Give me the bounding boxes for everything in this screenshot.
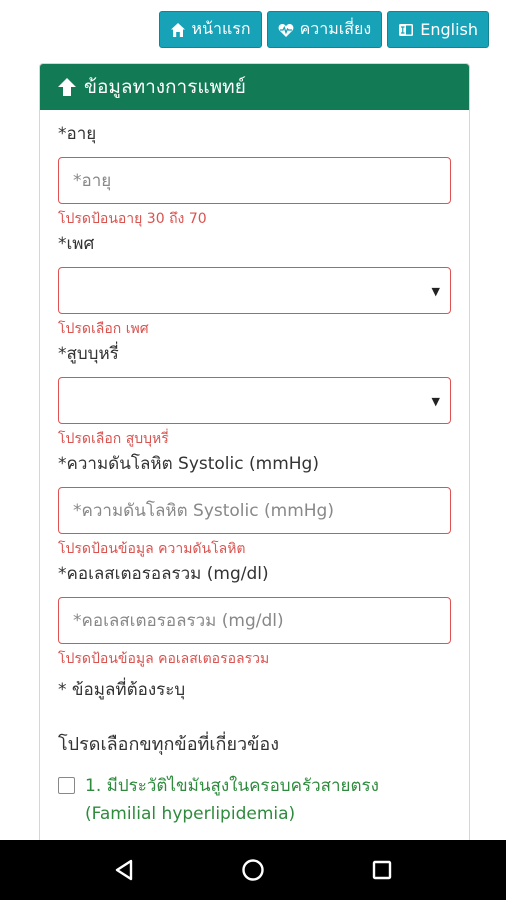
system-navigation-bar [0, 840, 506, 900]
back-triangle-icon[interactable] [111, 857, 137, 883]
age-error: โปรดป้อนอายุ 30 ถึง 70 [58, 211, 207, 227]
top-navigation: หน้าแรก ความเสี่ยง English [158, 11, 489, 48]
heartbeat-icon [278, 23, 293, 37]
arrow-up-icon [58, 78, 76, 96]
familial-hyperlipidemia-label: 1. มีประวัติไขมันสูงในครอบครัวสายตรง (Fa… [85, 772, 379, 828]
home-button[interactable]: หน้าแรก [158, 11, 262, 48]
risk-button[interactable]: ความเสี่ยง [266, 11, 383, 48]
english-button[interactable]: English [387, 11, 489, 48]
sex-label: *เพศ [58, 234, 95, 254]
systolic-error: โปรดป้อนข้อมูล ความดันโลหิต [58, 541, 246, 557]
instruction-text: โปรดเลือกขทุกข้อที่เกี่ยวข้อง [58, 734, 280, 755]
systolic-placeholder: *ความดันโลหิต Systolic (mmHg) [73, 501, 334, 521]
chevron-down-icon: ▼ [431, 285, 440, 298]
home-button-label: หน้าแรก [191, 19, 251, 38]
cholesterol-input[interactable]: *คอเลสเตอรอลรวม (mg/dl) [58, 597, 451, 644]
cholesterol-placeholder: *คอเลสเตอรอลรวม (mg/dl) [73, 611, 284, 631]
age-label: *อายุ [58, 124, 97, 144]
sex-select[interactable]: ▼ [58, 267, 451, 314]
card-title: ข้อมูลทางการแพทย์ [84, 76, 246, 98]
required-note: * ข้อมูลที่ต้องระบุ [58, 680, 186, 700]
systolic-input[interactable]: *ความดันโลหิต Systolic (mmHg) [58, 487, 451, 534]
form-body: *อายุ *อายุ โปรดป้อนอายุ 30 ถึง 70 *เพศ … [40, 110, 469, 828]
risk-button-label: ความเสี่ยง [299, 19, 372, 38]
cholesterol-label: *คอเลสเตอรอลรวม (mg/dl) [58, 564, 269, 584]
familial-hyperlipidemia-option[interactable]: 1. มีประวัติไขมันสูงในครอบครัวสายตรง (Fa… [58, 772, 451, 828]
smoking-group: *สูบบุหรี่ ▼ โปรดเลือก สูบบุหรี่ [58, 342, 451, 448]
cholesterol-error: โปรดป้อนข้อมูล คอเลสเตอรอลรวม [58, 651, 270, 667]
sex-group: *เพศ ▼ โปรดเลือก เพศ [58, 232, 451, 338]
age-placeholder: *อายุ [73, 171, 112, 191]
sex-error: โปรดเลือก เพศ [58, 321, 149, 337]
familial-hyperlipidemia-checkbox[interactable] [58, 777, 75, 794]
smoking-select[interactable]: ▼ [58, 377, 451, 424]
smoking-label: *สูบบุหรี่ [58, 344, 119, 364]
checkbox-label-line1: 1. มีประวัติไขมันสูงในครอบครัวสายตรง [85, 776, 379, 796]
home-icon [170, 22, 185, 37]
language-icon [399, 23, 414, 36]
english-button-label: English [420, 20, 478, 39]
cholesterol-group: *คอเลสเตอรอลรวม (mg/dl) *คอเลสเตอรอลรวม … [58, 562, 451, 668]
smoking-error: โปรดเลือก สูบบุหรี่ [58, 431, 169, 447]
chevron-down-icon: ▼ [431, 395, 440, 408]
home-circle-icon[interactable] [240, 857, 266, 883]
checkbox-label-line2: (Familial hyperlipidemia) [85, 804, 296, 824]
age-input[interactable]: *อายุ [58, 157, 451, 204]
medical-info-card: ข้อมูลทางการแพทย์ *อายุ *อายุ โปรดป้อนอา… [39, 63, 470, 853]
systolic-group: *ความดันโลหิต Systolic (mmHg) *ความดันโล… [58, 452, 451, 558]
recents-square-icon[interactable] [369, 857, 395, 883]
systolic-label: *ความดันโลหิต Systolic (mmHg) [58, 454, 319, 474]
card-header: ข้อมูลทางการแพทย์ [40, 64, 469, 110]
age-group: *อายุ *อายุ โปรดป้อนอายุ 30 ถึง 70 [58, 122, 451, 228]
